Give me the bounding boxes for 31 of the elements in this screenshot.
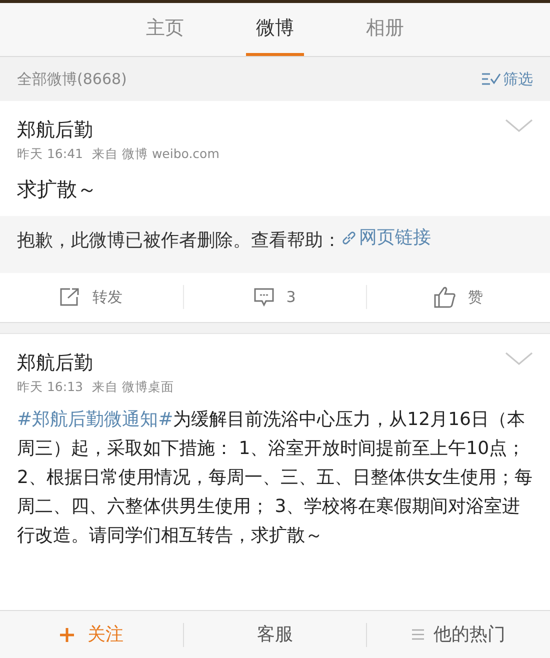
- follow-button[interactable]: 关注: [0, 621, 183, 648]
- thumbs-up-icon: [434, 286, 456, 308]
- post-source: 来自 微博 weibo.com: [92, 145, 220, 163]
- web-link[interactable]: 网页链接: [341, 224, 431, 252]
- like-button[interactable]: 赞: [367, 286, 550, 308]
- post-source: 来自 微博桌面: [92, 378, 174, 396]
- hashtag-link[interactable]: #郑航后勤微通知#: [17, 408, 174, 430]
- filter-icon: [481, 72, 501, 86]
- plus-icon: [59, 626, 76, 642]
- comment-button[interactable]: 3: [184, 286, 366, 308]
- post-time: 昨天 16:41: [17, 145, 83, 163]
- customer-service-button[interactable]: 客服: [184, 621, 366, 648]
- post-count-label: 全部微博(8668): [17, 68, 127, 90]
- menu-icon: [412, 629, 424, 640]
- post-text: #郑航后勤微通知#为缓解目前洗浴中心压力，从12月16日（本周三）起，采取如下措施： 1、浴室开放时间提前至上午10点； 2、根据日常使用情况，每周一、三、五、日整体供女生使用；每周二、四、六整体供男生使用； 3、学校将在寒假期间对浴室进行改造。请同学们相互转告，求扩散～: [16, 408, 534, 548]
- post-text: 求扩散～: [16, 176, 98, 203]
- tab[interactable]: 主页: [136, 3, 194, 56]
- chevron-down-icon[interactable]: [505, 352, 533, 366]
- filter-button[interactable]: 筛选: [481, 68, 533, 90]
- author-name[interactable]: 郑航后勤: [17, 350, 174, 376]
- hot-posts-button[interactable]: 他的热门: [367, 621, 550, 648]
- deleted-notice: 抱歉，此微博已被作者删除。查看帮助： 网页链接: [17, 224, 533, 255]
- link-icon: [341, 230, 357, 246]
- comment-icon: [254, 287, 274, 308]
- chevron-down-icon[interactable]: [505, 119, 533, 133]
- repost-button[interactable]: 转发: [0, 286, 183, 308]
- share-icon: [60, 288, 80, 306]
- tab[interactable]: 微博: [246, 3, 304, 56]
- author-name[interactable]: 郑航后勤: [17, 117, 220, 143]
- tab[interactable]: 相册: [356, 3, 414, 56]
- post-time: 昨天 16:13: [17, 378, 83, 396]
